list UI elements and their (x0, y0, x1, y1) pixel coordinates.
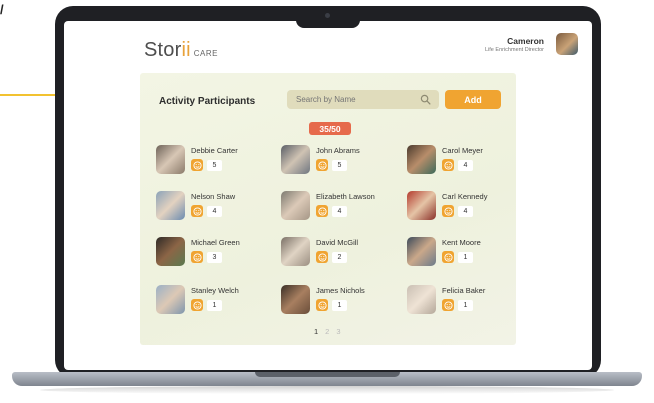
participant-card[interactable]: John Abrams 5 (281, 143, 391, 177)
participant-name: Stanley Welch (191, 286, 239, 295)
participant-photo (156, 191, 185, 220)
laptop-screen: Storii CARE Cameron Life Enrichment Dire… (64, 21, 592, 370)
participant-card[interactable]: Elizabeth Lawson 4 (281, 189, 391, 223)
participant-card[interactable]: Debbie Carter 5 (156, 143, 266, 177)
participant-score: 4 (207, 206, 222, 217)
participant-photo (407, 191, 436, 220)
participant-score: 3 (207, 252, 222, 263)
participant-score: 1 (458, 252, 473, 263)
search-box[interactable] (287, 90, 439, 109)
brand-logo: Storii CARE (144, 39, 218, 62)
participant-grid: Debbie Carter 5 John Abrams 5 Carol Meyer 4 Ne… (156, 143, 516, 315)
smiley-face-icon (442, 205, 454, 217)
pagination: 123 (314, 327, 341, 336)
participant-name: Elizabeth Lawson (316, 192, 375, 201)
page-number[interactable]: 1 (314, 327, 318, 336)
smiley-face-icon (316, 299, 328, 311)
smiley-face-icon (191, 251, 203, 263)
camera-icon (325, 13, 330, 18)
participant-name: John Abrams (316, 146, 360, 155)
user-role: Life Enrichment Director (485, 47, 544, 53)
smiley-face-icon (191, 159, 203, 171)
participant-photo (156, 237, 185, 266)
participant-name: James Nichols (316, 286, 365, 295)
participant-card[interactable]: Carl Kennedy 4 (407, 189, 517, 223)
smiley-face-icon (442, 299, 454, 311)
participant-score: 1 (458, 300, 473, 311)
participant-card[interactable]: Carol Meyer 4 (407, 143, 517, 177)
laptop-shadow (40, 386, 614, 394)
brand-name-part: Stor (144, 39, 182, 61)
smiley-face-icon (191, 205, 203, 217)
page-number[interactable]: 2 (325, 327, 329, 336)
search-input[interactable] (296, 95, 414, 104)
smiley-face-icon (316, 251, 328, 263)
add-participant-button[interactable]: Add (445, 90, 501, 109)
decorative-mark: / (0, 2, 4, 17)
smiley-face-icon (191, 299, 203, 311)
page-number[interactable]: 3 (336, 327, 340, 336)
participant-count-badge: 35/50 (309, 122, 351, 135)
participant-photo (407, 145, 436, 174)
participant-score: 5 (332, 160, 347, 171)
participant-score: 4 (458, 160, 473, 171)
smiley-face-icon (316, 205, 328, 217)
participant-photo (281, 145, 310, 174)
participant-name: David McGill (316, 238, 359, 247)
participant-score: 1 (332, 300, 347, 311)
user-name: Cameron (507, 36, 544, 46)
participant-card[interactable]: Stanley Welch 1 (156, 283, 266, 317)
participant-photo (281, 191, 310, 220)
participant-card[interactable]: David McGill 2 (281, 235, 391, 269)
smiley-face-icon (442, 159, 454, 171)
participant-photo (156, 285, 185, 314)
participant-score: 1 (207, 300, 222, 311)
participant-score: 4 (458, 206, 473, 217)
decorative-accent-line (0, 94, 60, 96)
participant-card[interactable]: Michael Green 3 (156, 235, 266, 269)
search-icon[interactable] (420, 94, 431, 105)
brand-name-highlight: ii (181, 39, 191, 61)
participant-photo (407, 237, 436, 266)
participant-photo (407, 285, 436, 314)
participant-score: 4 (332, 206, 347, 217)
smiley-face-icon (316, 159, 328, 171)
participant-card[interactable]: Kent Moore 1 (407, 235, 517, 269)
avatar[interactable] (556, 33, 578, 55)
participant-card[interactable]: James Nichols 1 (281, 283, 391, 317)
brand-subtitle: CARE (193, 49, 219, 58)
participant-card[interactable]: Nelson Shaw 4 (156, 189, 266, 223)
participant-photo (281, 237, 310, 266)
participant-name: Michael Green (191, 238, 240, 247)
participant-name: Carol Meyer (442, 146, 483, 155)
laptop-base-groove (255, 372, 400, 377)
participant-name: Debbie Carter (191, 146, 238, 155)
participant-name: Nelson Shaw (191, 192, 236, 201)
smiley-face-icon (442, 251, 454, 263)
participant-card[interactable]: Felicia Baker 1 (407, 283, 517, 317)
activity-participants-panel: Activity Participants Add 35/50 Debbie C… (140, 73, 516, 345)
participant-name: Carl Kennedy (442, 192, 488, 201)
participant-score: 5 (207, 160, 222, 171)
participant-photo (156, 145, 185, 174)
participant-name: Felicia Baker (442, 286, 486, 295)
panel-title: Activity Participants (159, 96, 256, 107)
participant-name: Kent Moore (442, 238, 481, 247)
participant-photo (281, 285, 310, 314)
user-info[interactable]: Cameron Life Enrichment Director (485, 36, 544, 53)
participant-score: 2 (332, 252, 347, 263)
